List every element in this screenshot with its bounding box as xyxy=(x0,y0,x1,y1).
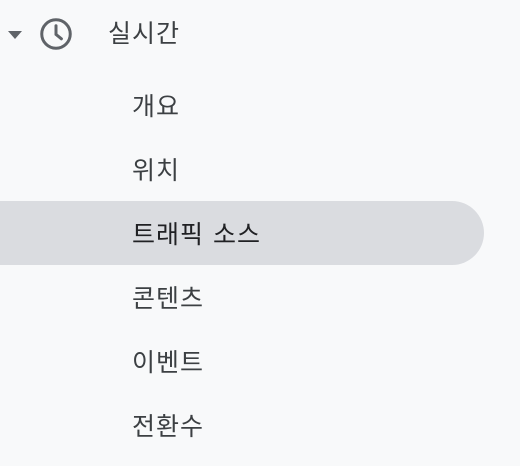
nav-item-label: 콘텐츠 xyxy=(132,284,205,313)
clock-icon xyxy=(40,18,72,50)
nav-item-content[interactable]: 콘텐츠 xyxy=(0,265,484,329)
nav-item-events[interactable]: 이벤트 xyxy=(0,329,484,393)
nav-item-overview[interactable]: 개요 xyxy=(0,73,484,137)
nav-item-label: 개요 xyxy=(132,92,181,121)
nav-item-label: 이벤트 xyxy=(132,348,205,377)
nav-item-label: 전환수 xyxy=(132,412,205,441)
nav-item-label: 위치 xyxy=(132,156,181,185)
caret-down-icon[interactable] xyxy=(8,31,22,39)
realtime-section-toggle[interactable]: 실시간 xyxy=(0,2,500,66)
nav-item-label: 트래픽 소스 xyxy=(132,220,261,249)
nav-item-location[interactable]: 위치 xyxy=(0,137,484,201)
section-title: 실시간 xyxy=(108,19,181,48)
nav-item-conversions[interactable]: 전환수 xyxy=(0,393,484,457)
nav-item-traffic-source[interactable]: 트래픽 소스 xyxy=(0,201,484,265)
realtime-nav-section: 실시간 개요 위치 트래픽 소스 콘텐츠 이벤트 전환수 xyxy=(0,0,520,466)
